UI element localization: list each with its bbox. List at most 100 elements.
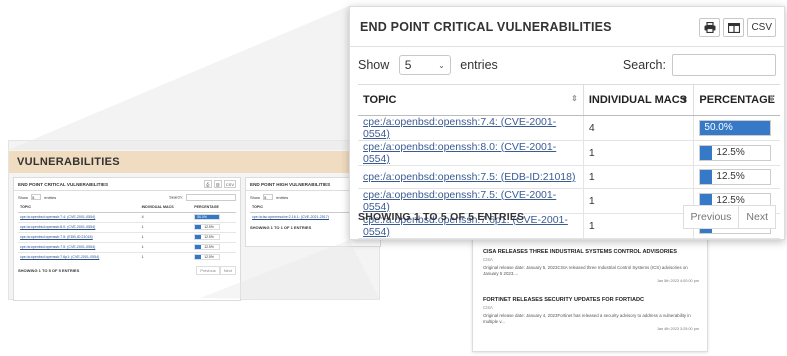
- mini-macs-count: 1: [139, 251, 193, 262]
- entries-label: entries: [460, 58, 498, 72]
- news-body: Original release date: January 5, 2023CI…: [483, 265, 688, 276]
- entries-select-value: 5: [404, 58, 412, 72]
- news-source: CISA: [483, 257, 493, 262]
- table-controls: Show 5 ⌄ entries Search:: [350, 47, 784, 83]
- news-item[interactable]: FORTINET RELEASES SECURITY UPDATES FOR F…: [483, 297, 699, 331]
- news-item[interactable]: CISA RELEASES THREE INDUSTRIAL SYSTEMS C…: [483, 249, 699, 283]
- mini-percentage-value: 12.5%: [204, 255, 214, 259]
- previous-button[interactable]: Previous: [682, 205, 740, 229]
- mini-percentage-fill: [195, 235, 202, 239]
- mini-percentage-value: 12.5%: [204, 225, 214, 229]
- pagination: Previous Next: [682, 205, 776, 229]
- mini-table-row: cpe:/a:openbsd:openssh:7.5: (CVE-2001-05…: [18, 241, 236, 252]
- csv-button[interactable]: CSV: [747, 18, 776, 37]
- mini-macs-count: 4: [139, 211, 193, 222]
- sort-icon: ⇕: [571, 94, 578, 103]
- mini-search-label: Search:: [169, 194, 183, 200]
- column-header-percentage[interactable]: PERCENTAGE ⇕: [693, 84, 780, 116]
- mini-percentage-value: 50.0%: [197, 215, 207, 219]
- length-control: Show 5 ⌄ entries: [358, 55, 498, 75]
- mini-topic-link[interactable]: cpe:/a:openbsd:openssh:7.5: (CVE-2001-05…: [18, 241, 140, 252]
- mini-prev-button[interactable]: Previous: [196, 265, 220, 275]
- news-body: Original release date: January 4, 2023Fo…: [483, 313, 691, 324]
- percentage-cell: 50.0%: [693, 115, 780, 141]
- mini-col-percentage[interactable]: PERCENTAGE: [192, 203, 236, 213]
- table-row: cpe:/a:openbsd:openssh:8.0: (CVE-2001-05…: [358, 140, 780, 166]
- column-header-macs[interactable]: INDIVIDUAL MACS ▼: [583, 84, 695, 116]
- sort-icon: ⇕: [768, 94, 775, 103]
- news-title[interactable]: FORTINET RELEASES SECURITY UPDATES FOR F…: [483, 297, 699, 303]
- mini-print-icon[interactable]: ⎙: [203, 180, 212, 188]
- mini-critical-card: END POINT CRITICAL VULNERABILITIES ⎙ ▥ C…: [13, 177, 241, 301]
- columns-icon: [727, 22, 740, 33]
- mini-percentage-cell: 50.0%: [192, 211, 236, 222]
- entries-select[interactable]: 5 ⌄: [398, 55, 451, 75]
- mini-csv-button[interactable]: CSV: [223, 180, 236, 188]
- news-source: CISA: [483, 305, 493, 310]
- news-title[interactable]: CISA RELEASES THREE INDUSTRIAL SYSTEMS C…: [483, 249, 699, 255]
- search-control: Search:: [623, 54, 776, 76]
- news-date: Jan 5th 2023 4:00:00 pm: [656, 279, 699, 283]
- macs-count: 1: [583, 140, 695, 166]
- percentage-value: 12.5%: [716, 147, 745, 158]
- topic-link[interactable]: cpe:/a:openbsd:openssh:7.5: (EDB-ID:2101…: [358, 165, 584, 189]
- mini-topic-link[interactable]: cpe:/a:openbsd:openssh:7.4: (CVE-2001-05…: [18, 211, 140, 222]
- table-row: cpe:/a:openbsd:openssh:7.4: (CVE-2001-05…: [358, 115, 780, 141]
- search-label: Search:: [622, 58, 666, 72]
- mini-percentage-bar: 12.5%: [194, 224, 221, 230]
- columns-button[interactable]: [723, 18, 745, 37]
- mini-length: Show 5 entries: [18, 194, 56, 200]
- mini-high-length-value: 5: [264, 195, 267, 200]
- next-button[interactable]: Next: [739, 205, 776, 229]
- table-info: SHOWING 1 TO 5 OF 5 ENTRIES: [358, 211, 525, 223]
- export-toolbar: CSV: [699, 18, 776, 37]
- column-header-topic[interactable]: TOPIC ⇕: [358, 84, 584, 116]
- mini-search-input[interactable]: [186, 193, 236, 201]
- print-button[interactable]: [699, 18, 721, 37]
- column-header-macs-label: INDIVIDUAL MACS: [588, 94, 688, 106]
- mini-high-title: END POINT HIGH VULNERABILITIES: [250, 182, 331, 187]
- macs-count: 1: [583, 165, 695, 189]
- percentage-fill: [700, 169, 713, 184]
- topic-link[interactable]: cpe:/a:openbsd:openssh:7.4: (CVE-2001-05…: [358, 115, 584, 141]
- percentage-cell: 12.5%: [693, 165, 780, 189]
- topic-link[interactable]: cpe:/a:openbsd:openssh:8.0: (CVE-2001-05…: [358, 140, 584, 166]
- mini-search: Search:: [169, 193, 236, 201]
- mini-high-show-label: Show: [250, 195, 261, 200]
- column-header-topic-label: TOPIC: [363, 94, 397, 106]
- mini-entries-label: entries: [44, 195, 57, 200]
- mini-table-row: cpe:/a:openbsd:openssh:7.5: (EDB-ID:2101…: [18, 231, 236, 242]
- mini-topic-link[interactable]: cpe:/a:openbsd:openssh:7.6p1: (CVE-2001-…: [18, 251, 140, 262]
- mini-table-row: cpe:/a:openbsd:openssh:8.0: (CVE-2001-05…: [18, 221, 236, 232]
- mini-topic-link[interactable]: cpe:/a:openbsd:openssh:8.0: (CVE-2001-05…: [18, 221, 140, 232]
- mini-macs-count: 1: [139, 221, 193, 232]
- macs-count: 4: [583, 115, 695, 141]
- mini-length-select[interactable]: 5: [31, 194, 42, 200]
- mini-topic-link[interactable]: cpe:/a:openbsd:openssh:7.5: (EDB-ID:2101…: [18, 231, 140, 242]
- mini-percentage-value: 12.5%: [204, 235, 214, 239]
- critical-vulnerabilities-card: END POINT CRITICAL VULNERABILITIES CSV S…: [349, 6, 785, 240]
- mini-percentage-fill: [195, 255, 202, 259]
- mini-columns-icon[interactable]: ▥: [213, 180, 222, 188]
- percentage-cell: 12.5%: [693, 140, 780, 166]
- percentage-fill: [700, 146, 713, 160]
- search-input[interactable]: [672, 54, 776, 76]
- mini-col-topic[interactable]: TOPIC: [18, 203, 140, 213]
- mini-footer: SHOWING 1 TO 5 OF 5 ENTRIES Previous Nex…: [14, 262, 240, 279]
- mini-high-length-select[interactable]: 5: [263, 194, 274, 200]
- sort-desc-icon: ▼: [680, 95, 689, 104]
- mini-length-value: 5: [32, 195, 35, 200]
- card-header: END POINT CRITICAL VULNERABILITIES CSV: [350, 7, 784, 47]
- mini-percentage-bar: 12.5%: [194, 254, 221, 260]
- percentage-bar: 50.0%: [699, 120, 772, 136]
- mini-percentage-value: 12.5%: [204, 245, 214, 249]
- percentage-value: 12.5%: [716, 194, 745, 206]
- mini-macs-count: 1: [139, 241, 193, 252]
- mini-next-button[interactable]: Next: [219, 265, 236, 275]
- mini-percentage-cell: 12.5%: [192, 241, 236, 252]
- chevron-down-icon: ⌄: [438, 60, 445, 70]
- mini-table-row: cpe:/a:openbsd:openssh:7.6p1: (CVE-2001-…: [18, 251, 236, 262]
- mini-percentage-bar: 50.0%: [194, 214, 221, 220]
- mini-col-macs[interactable]: INDIVIDUAL MACS: [139, 203, 193, 213]
- zoom-wedge: [8, 6, 349, 150]
